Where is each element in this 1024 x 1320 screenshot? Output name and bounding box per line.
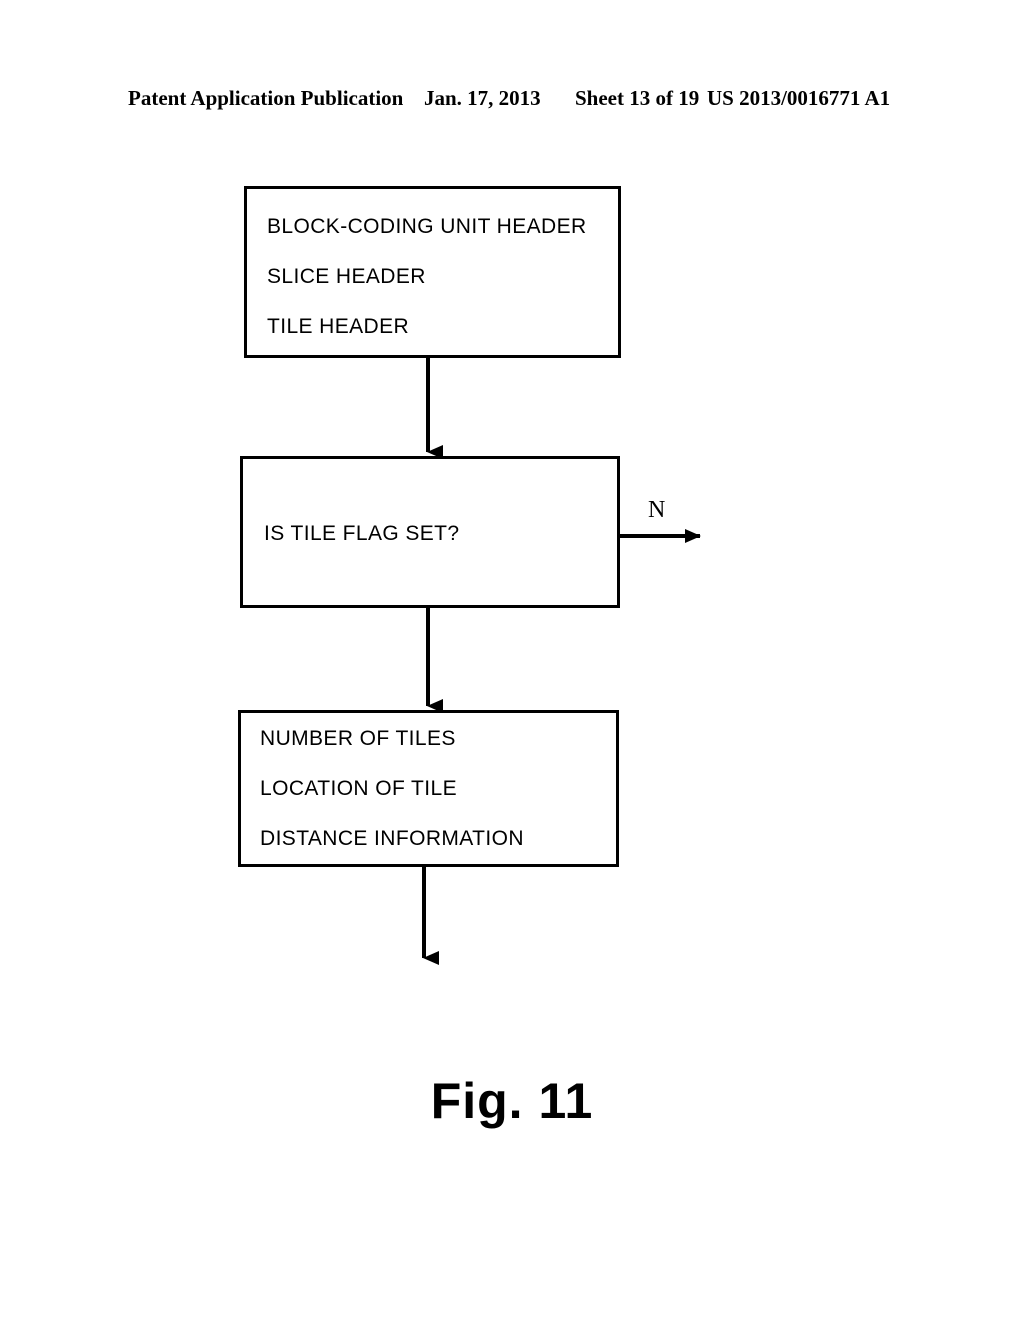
flow-node-header-fields-line-1: BLOCK-CODING UNIT HEADER xyxy=(267,215,587,238)
figure-caption: Fig. 11 xyxy=(430,1073,594,1129)
flow-node-header-fields-line-2: SLICE HEADER xyxy=(267,265,426,288)
edge-label-no: N xyxy=(648,497,666,523)
flow-node-tile-info-line-3: DISTANCE INFORMATION xyxy=(260,827,524,850)
flow-node-decision-line-1: IS TILE FLAG SET? xyxy=(264,522,460,545)
flow-node-header-fields-line-3: TILE HEADER xyxy=(267,315,410,338)
flow-node-tile-info-line-2: LOCATION OF TILE xyxy=(260,777,457,800)
flow-node-tile-info-line-1: NUMBER OF TILES xyxy=(260,727,456,750)
